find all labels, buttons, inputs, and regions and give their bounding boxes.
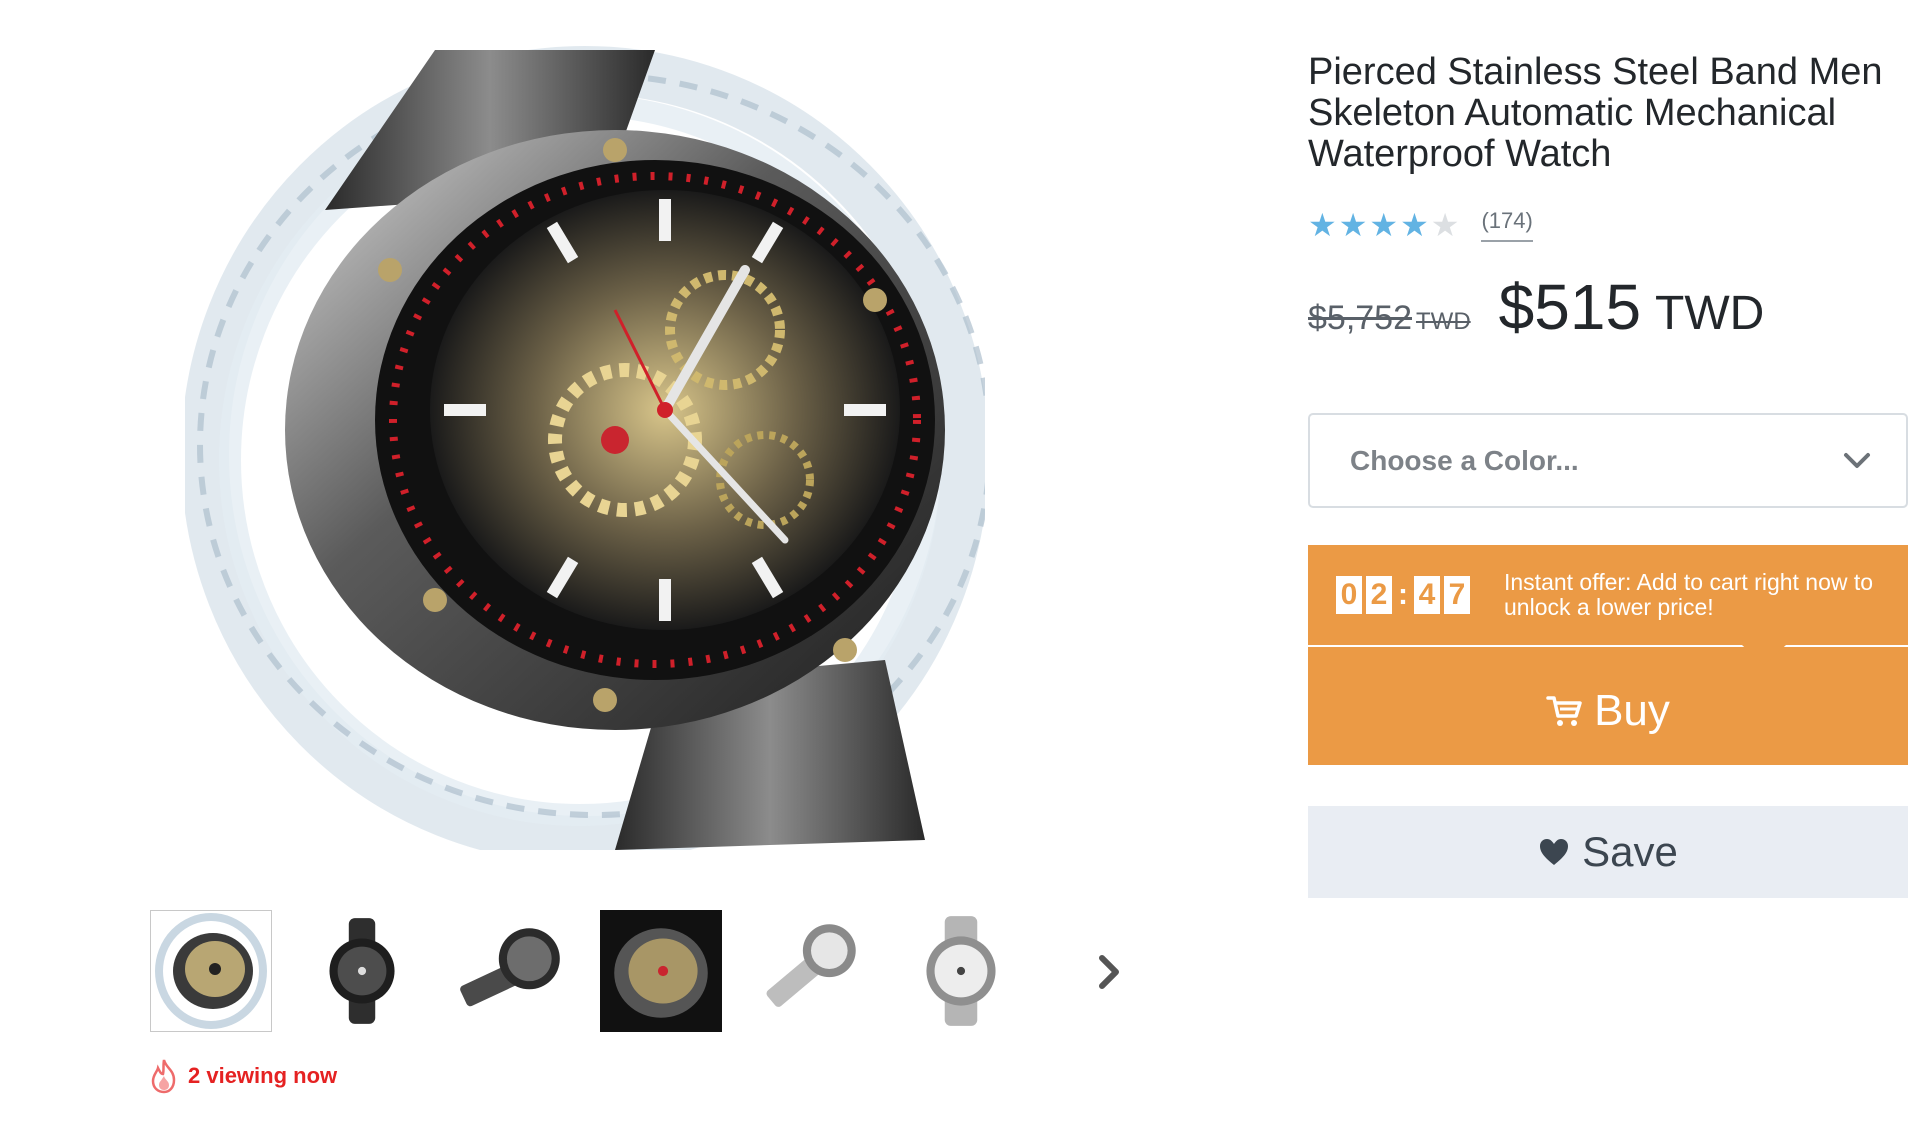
thumbnail-4[interactable] <box>600 910 722 1032</box>
heart-icon <box>1540 839 1569 865</box>
main-product-image[interactable] <box>181 40 993 864</box>
color-select-dropdown[interactable]: Choose a Color... <box>1308 413 1908 508</box>
offer-pointer-notch <box>1742 645 1786 665</box>
star-icon: ★ <box>1400 207 1429 243</box>
star-icon: ★ <box>1369 207 1399 243</box>
buy-button[interactable]: Buy <box>1308 647 1908 765</box>
thumbnail-1[interactable] <box>150 910 272 1032</box>
viewing-now-text: 2 viewing now <box>188 1063 338 1088</box>
sale-price: $515 <box>1498 271 1642 343</box>
cart-icon <box>1546 696 1582 726</box>
star-icon: ★ <box>1308 207 1337 243</box>
star-icon: ★ <box>1338 207 1368 243</box>
star-empty-icon: ★ <box>1430 207 1460 243</box>
countdown-digit: 2 <box>1366 576 1392 614</box>
review-count-link[interactable]: (174) <box>1481 208 1533 242</box>
countdown-timer: 0 2 : 4 7 <box>1336 576 1474 614</box>
original-price: $5,752 <box>1308 299 1412 337</box>
thumbnail-6[interactable] <box>900 910 1022 1032</box>
flame-icon <box>151 1059 176 1094</box>
thumbnail-strip <box>150 910 1150 1034</box>
buy-button-label: Buy <box>1594 686 1670 735</box>
instant-offer-text: Instant offer: Add to cart right now to … <box>1504 569 1874 620</box>
product-rating: ★ ★ ★ ★ ★ (174) <box>1308 208 1533 242</box>
countdown-digit: 0 <box>1336 576 1362 614</box>
chevron-down-icon <box>1844 452 1870 468</box>
thumbnail-2[interactable] <box>300 910 422 1032</box>
countdown-digit: 7 <box>1444 576 1470 614</box>
thumbnail-3[interactable] <box>450 910 572 1032</box>
countdown-separator: : <box>1398 578 1408 611</box>
save-button[interactable]: Save <box>1308 806 1908 898</box>
save-button-label: Save <box>1582 828 1678 875</box>
instant-offer-banner: 0 2 : 4 7 Instant offer: Add to cart rig… <box>1308 545 1908 645</box>
viewing-now-indicator: 2 viewing now <box>148 1058 337 1094</box>
countdown-digit: 4 <box>1414 576 1440 614</box>
product-title: Pierced Stainless Steel Band Men Skeleto… <box>1308 51 1883 175</box>
color-select-placeholder: Choose a Color... <box>1350 444 1579 476</box>
original-price-currency: TWD <box>1416 308 1471 335</box>
thumbnail-5[interactable] <box>750 910 872 1032</box>
price-row: $5,752 TWD $515 TWD <box>1308 270 1764 344</box>
sale-price-currency: TWD <box>1655 287 1765 340</box>
chevron-right-icon[interactable] <box>1090 944 1130 1000</box>
